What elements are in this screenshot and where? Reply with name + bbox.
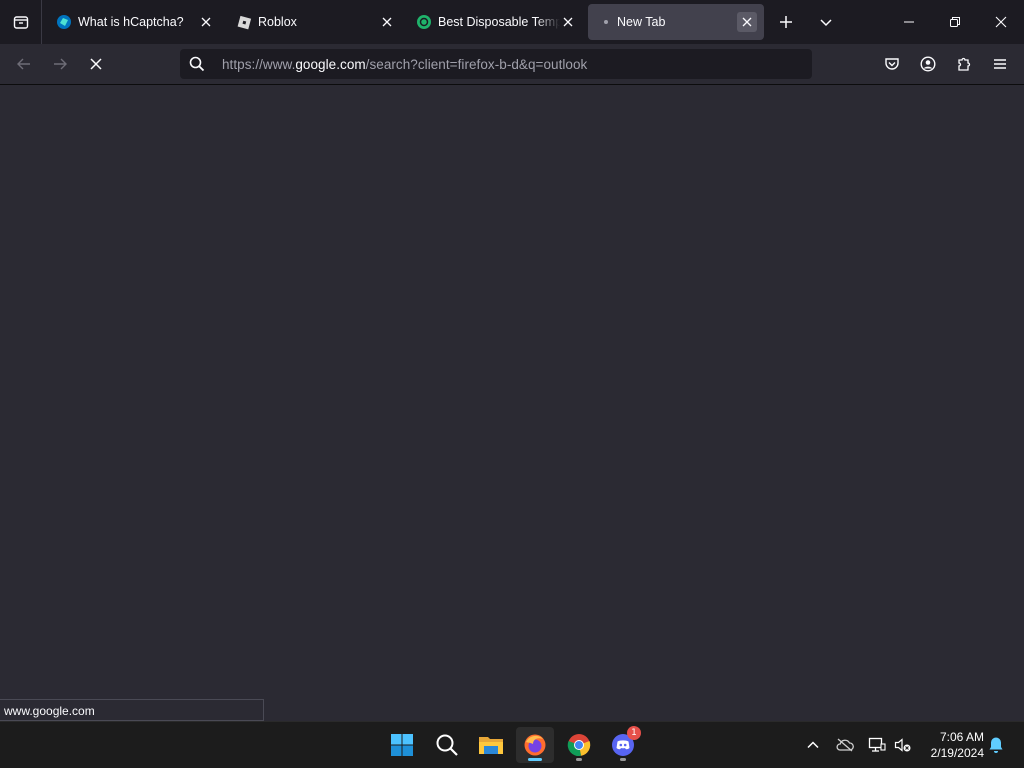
close-icon [995, 16, 1007, 28]
arrow-left-icon [16, 56, 32, 72]
list-tabs-button[interactable] [812, 8, 840, 36]
puzzle-icon [956, 56, 972, 72]
notifications-button[interactable] [985, 734, 1007, 756]
tab-hcaptcha[interactable]: What is hCaptcha? [46, 4, 220, 40]
tab-title: New Tab [617, 15, 666, 29]
loading-dot-icon [598, 14, 614, 30]
windows-start-icon [390, 733, 414, 757]
hcaptcha-icon [56, 14, 72, 30]
app-menu-button[interactable] [986, 50, 1014, 78]
firefox-view-icon [13, 14, 29, 30]
pocket-icon [884, 56, 900, 72]
chrome-taskbar-button[interactable] [560, 727, 598, 763]
taskbar: 1 7:06 AM 2/19/2024 [0, 721, 1024, 768]
discord-taskbar-button[interactable]: 1 [604, 726, 642, 763]
onedrive-tray-icon[interactable] [834, 734, 856, 756]
system-clock[interactable]: 7:06 AM 2/19/2024 [920, 729, 984, 761]
close-tab-icon[interactable] [558, 12, 578, 32]
volume-tray-icon[interactable] [892, 734, 914, 756]
restore-icon [949, 16, 961, 28]
tab-title: What is hCaptcha? [78, 15, 184, 29]
hamburger-menu-icon [992, 56, 1008, 72]
running-app-indicator [576, 758, 582, 761]
back-button[interactable] [10, 50, 38, 78]
list-all-tabs-button[interactable] [0, 0, 42, 44]
temp-mail-icon [416, 14, 432, 30]
active-app-indicator [528, 758, 542, 761]
file-explorer-button[interactable] [472, 727, 510, 763]
clock-date: 2/19/2024 [930, 746, 984, 760]
start-button[interactable] [383, 727, 421, 763]
chevron-up-icon [806, 738, 820, 752]
account-icon [920, 56, 936, 72]
minimize-icon [903, 16, 915, 28]
stop-loading-button[interactable] [82, 50, 110, 78]
url-path: /search?client=firefox-b-d&q=outlook [365, 57, 588, 72]
tab-roblox[interactable]: Roblox [226, 4, 400, 40]
speaker-muted-icon [894, 737, 912, 753]
tab-temp-mail[interactable]: Best Disposable Temporary Email [406, 4, 582, 40]
clock-time: 7:06 AM [939, 730, 984, 744]
search-icon [189, 56, 205, 72]
address-bar[interactable]: https://www.google.com/search?client=fir… [180, 49, 812, 79]
arrow-right-icon [52, 56, 68, 72]
navigation-toolbar: https://www.google.com/search?client=fir… [0, 44, 1024, 85]
roblox-icon [236, 14, 252, 30]
file-explorer-icon [478, 733, 504, 757]
firefox-icon [523, 733, 547, 757]
status-panel: www.google.com [0, 699, 264, 721]
show-hidden-icons-button[interactable] [802, 734, 824, 756]
plus-icon [779, 15, 793, 29]
running-app-indicator [620, 758, 626, 761]
restore-button[interactable] [941, 8, 969, 36]
stop-icon [89, 57, 103, 71]
new-tab-button[interactable] [772, 8, 800, 36]
notification-badge: 1 [627, 726, 641, 740]
cloud-offline-icon [836, 738, 854, 752]
network-tray-icon[interactable] [866, 734, 888, 756]
tab-strip: What is hCaptcha? Roblox Best Disposable… [0, 0, 1024, 44]
url-host: google.com [295, 57, 366, 72]
close-tab-icon[interactable] [196, 12, 216, 32]
network-icon [868, 737, 886, 753]
bell-icon [988, 736, 1004, 754]
close-window-button[interactable] [987, 8, 1015, 36]
tab-new-tab[interactable]: New Tab [588, 4, 764, 40]
tab-title: Best Disposable Temporary Email [438, 15, 560, 29]
url-text[interactable]: https://www.google.com/search?client=fir… [222, 57, 587, 72]
url-scheme: https://www. [222, 57, 296, 72]
close-tab-icon[interactable] [737, 12, 757, 32]
minimize-button[interactable] [895, 8, 923, 36]
account-button[interactable] [914, 50, 942, 78]
extensions-button[interactable] [950, 50, 978, 78]
taskbar-search-button[interactable] [428, 727, 466, 763]
chrome-icon [567, 733, 591, 757]
page-content[interactable] [0, 85, 1024, 721]
pocket-button[interactable] [878, 50, 906, 78]
forward-button[interactable] [46, 50, 74, 78]
firefox-taskbar-button[interactable] [516, 727, 554, 763]
chevron-down-icon [819, 15, 833, 29]
close-tab-icon[interactable] [377, 12, 397, 32]
tab-title: Roblox [258, 15, 297, 29]
search-icon [435, 733, 459, 757]
